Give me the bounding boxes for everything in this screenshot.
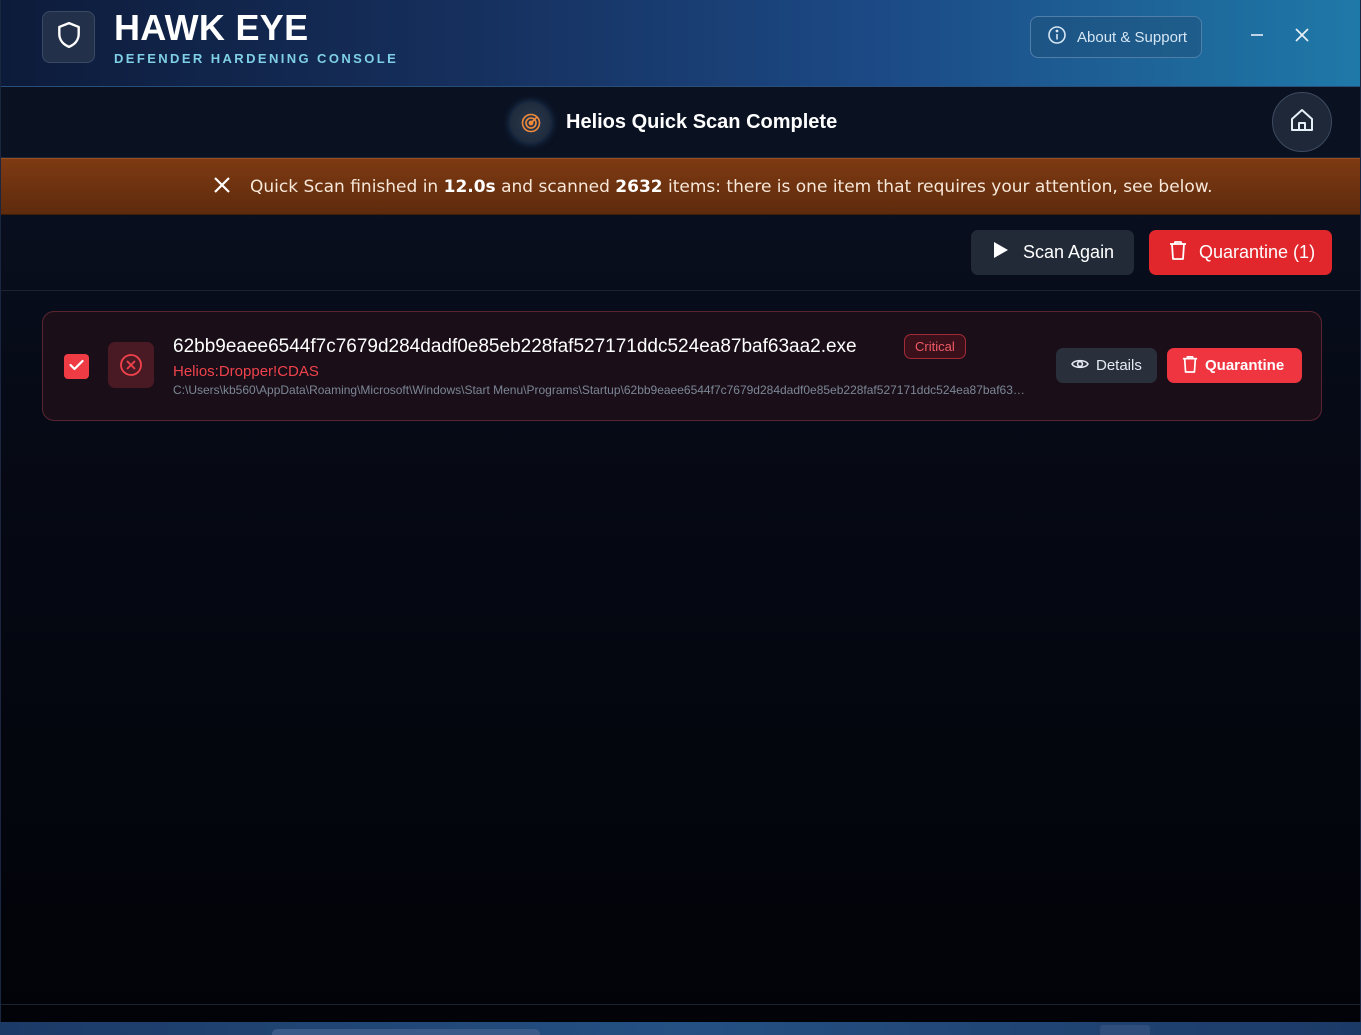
app-subtitle: DEFENDER HARDENING CONSOLE [114, 51, 399, 66]
threat-file-name: 62bb9eaee6544f7c7679d284dadf0e85eb228faf… [173, 336, 857, 357]
close-icon [213, 176, 231, 199]
banner-middle: and scanned [495, 177, 616, 197]
scanned-items-count: 2632 [615, 177, 663, 197]
threat-card: 62bb9eaee6544f7c7679d284dadf0e85eb228faf… [42, 311, 1322, 421]
app-title: HAWK EYE [114, 7, 309, 48]
threat-select-checkbox[interactable] [64, 354, 89, 379]
quarantine-all-button[interactable]: Quarantine (1) [1149, 230, 1332, 275]
details-button[interactable]: Details [1056, 348, 1157, 383]
circle-x-icon [108, 342, 154, 388]
scan-result-banner: Quick Scan finished in 12.0s and scanned… [1, 158, 1360, 215]
home-button[interactable] [1272, 92, 1332, 152]
footer-divider [1, 1004, 1360, 1005]
banner-message: Quick Scan finished in 12.0s and scanned… [250, 177, 1213, 197]
details-label: Details [1096, 357, 1142, 374]
home-icon [1288, 106, 1316, 139]
about-support-button[interactable]: About & Support [1030, 16, 1202, 58]
dismiss-banner-button[interactable] [211, 176, 233, 198]
scan-again-label: Scan Again [1023, 242, 1115, 262]
taskbar-app[interactable] [1100, 1025, 1150, 1035]
quarantine-item-label: Quarantine [1205, 357, 1285, 374]
close-window-button[interactable] [1290, 25, 1314, 49]
taskbar [0, 1022, 1361, 1035]
app-window: HAWK EYE DEFENDER HARDENING CONSOLE Abou… [0, 0, 1361, 1022]
taskbar-search[interactable] [272, 1029, 540, 1035]
action-toolbar: Scan Again Quarantine (1) [1, 215, 1360, 291]
threat-signature-name: Helios:Dropper!CDAS [173, 363, 319, 380]
scan-again-button[interactable]: Scan Again [971, 230, 1134, 275]
scan-duration: 12.0s [443, 177, 496, 197]
close-icon [1293, 26, 1311, 49]
quarantine-all-label: Quarantine (1) [1199, 242, 1316, 262]
severity-badge: Critical [904, 334, 966, 359]
radar-icon [510, 102, 551, 143]
shield-icon [56, 21, 82, 54]
play-icon [993, 241, 1009, 264]
scan-title: Helios Quick Scan Complete [566, 111, 838, 133]
trash-icon [1169, 240, 1187, 265]
about-support-label: About & Support [1077, 28, 1188, 46]
minimize-button[interactable] [1245, 25, 1269, 49]
title-bar: HAWK EYE DEFENDER HARDENING CONSOLE Abou… [1, 0, 1360, 87]
info-icon [1047, 25, 1067, 49]
eye-icon [1071, 357, 1089, 375]
threat-file-path: C:\Users\kb560\AppData\Roaming\Microsoft… [173, 383, 1031, 397]
check-icon [69, 358, 84, 376]
app-logo [42, 11, 95, 63]
banner-prefix: Quick Scan finished in [250, 177, 444, 197]
trash-icon [1182, 355, 1198, 377]
quarantine-item-button[interactable]: Quarantine [1167, 348, 1302, 383]
scan-header: Helios Quick Scan Complete [1, 87, 1360, 158]
banner-suffix: items: there is one item that requires y… [662, 177, 1213, 197]
minimize-icon [1249, 27, 1265, 48]
